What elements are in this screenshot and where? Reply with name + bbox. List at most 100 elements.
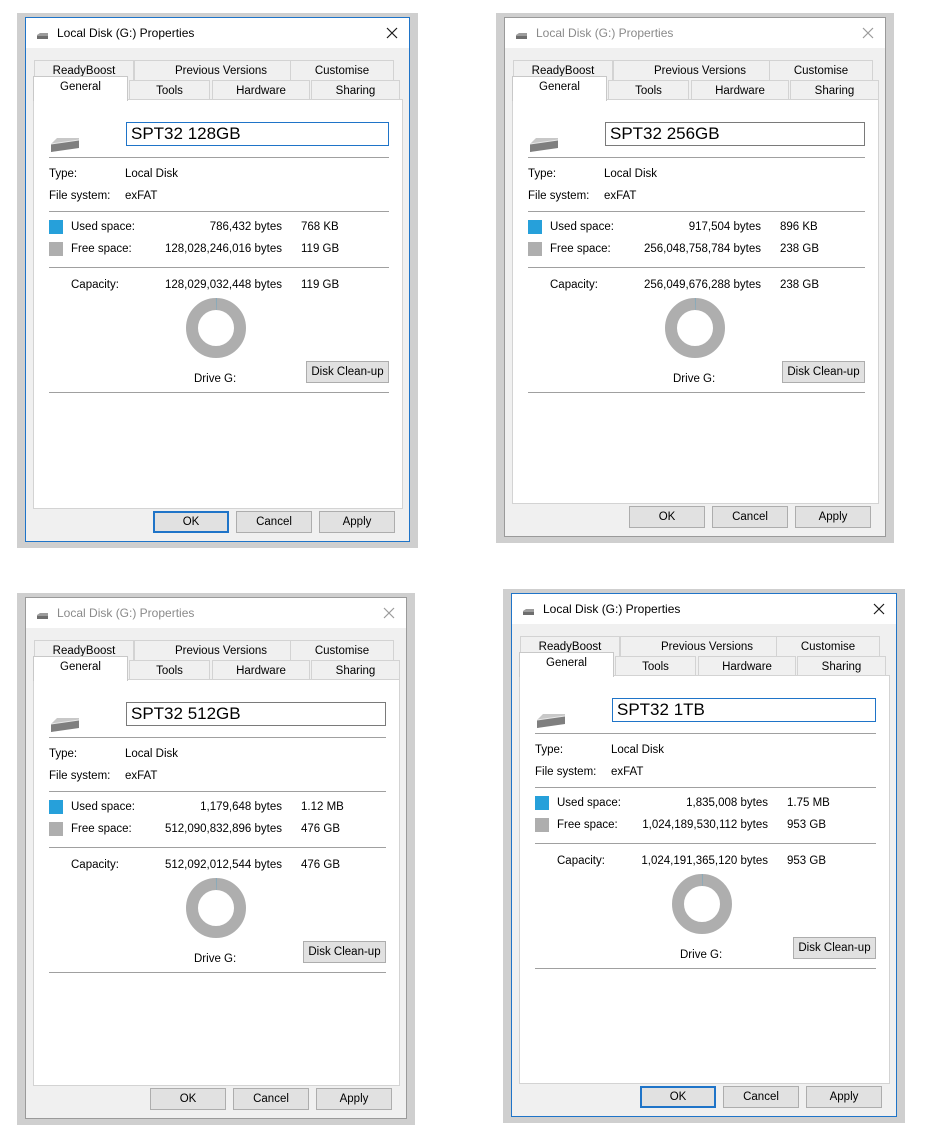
close-button[interactable] [851, 18, 885, 48]
tab-previous-versions[interactable]: Previous Versions [613, 60, 787, 80]
used-space-label: Used space: [550, 221, 614, 233]
tab-tools[interactable]: Tools [608, 80, 689, 99]
free-space-bytes: 1,024,189,530,112 bytes [620, 819, 768, 831]
used-swatch [535, 796, 549, 810]
capacity-short: 476 GB [301, 859, 340, 871]
ok-button[interactable]: OK [640, 1086, 716, 1108]
disk-cleanup-button[interactable]: Disk Clean-up [793, 937, 876, 959]
separator [528, 392, 865, 393]
capacity-short: 119 GB [301, 279, 339, 291]
cancel-button[interactable]: Cancel [723, 1086, 799, 1108]
volume-name-input[interactable]: SPT32 256GB [605, 122, 865, 146]
tab-hardware[interactable]: Hardware [698, 656, 796, 675]
volume-name-input[interactable]: SPT32 1TB [612, 698, 876, 722]
drive-icon [528, 136, 560, 154]
apply-button[interactable]: Apply [806, 1086, 882, 1108]
free-swatch [49, 822, 63, 836]
tab-previous-versions[interactable]: Previous Versions [134, 640, 308, 660]
apply-button[interactable]: Apply [316, 1088, 392, 1110]
separator [528, 157, 865, 158]
capacity-bytes: 1,024,191,365,120 bytes [620, 855, 768, 867]
free-swatch [528, 242, 542, 256]
tab-customise[interactable]: Customise [290, 60, 394, 80]
general-tab-panel: SPT32 128GBType:Local DiskFile system:ex… [33, 99, 403, 509]
used-space-short: 896 KB [780, 221, 818, 233]
cancel-button[interactable]: Cancel [233, 1088, 309, 1110]
capacity-bytes: 128,029,032,448 bytes [134, 279, 282, 291]
tab-previous-versions[interactable]: Previous Versions [134, 60, 308, 80]
separator [49, 267, 389, 268]
tab-customise[interactable]: Customise [776, 636, 880, 656]
drive-icon [535, 712, 567, 730]
title-bar[interactable]: Local Disk (G:) Properties [26, 18, 409, 48]
free-space-short: 953 GB [787, 819, 826, 831]
separator [49, 392, 389, 393]
title-bar[interactable]: Local Disk (G:) Properties [26, 598, 406, 628]
tab-customise[interactable]: Customise [769, 60, 873, 80]
drive-icon [36, 610, 49, 616]
used-space-bytes: 1,179,648 bytes [134, 801, 282, 813]
general-tab-panel: SPT32 256GBType:Local DiskFile system:ex… [512, 99, 879, 504]
volume-name-input[interactable]: SPT32 128GB [126, 122, 389, 146]
tab-hardware[interactable]: Hardware [212, 660, 310, 679]
tab-general[interactable]: General [519, 652, 614, 677]
tab-customise[interactable]: Customise [290, 640, 394, 660]
tab-previous-versions[interactable]: Previous Versions [620, 636, 794, 656]
type-value: Local Disk [125, 168, 178, 180]
cancel-button[interactable]: Cancel [712, 506, 788, 528]
tab-sharing[interactable]: Sharing [311, 80, 400, 99]
ok-button[interactable]: OK [629, 506, 705, 528]
disk-cleanup-button[interactable]: Disk Clean-up [303, 941, 386, 963]
title-bar[interactable]: Local Disk (G:) Properties [505, 18, 885, 48]
ok-button[interactable]: OK [150, 1088, 226, 1110]
tab-hardware[interactable]: Hardware [212, 80, 310, 99]
separator [49, 791, 386, 792]
close-button[interactable] [862, 594, 896, 624]
properties-dialog: Local Disk (G:) PropertiesReadyBoostPrev… [25, 17, 410, 542]
close-button[interactable] [375, 18, 409, 48]
file-system-label: File system: [535, 766, 596, 778]
separator [535, 733, 876, 734]
separator [528, 211, 865, 212]
drive-letter-label: Drive G: [194, 953, 236, 965]
tab-sharing[interactable]: Sharing [797, 656, 886, 675]
free-swatch [49, 242, 63, 256]
tab-tools[interactable]: Tools [615, 656, 696, 675]
apply-button[interactable]: Apply [319, 511, 395, 533]
close-button[interactable] [372, 598, 406, 628]
tab-tools[interactable]: Tools [129, 80, 210, 99]
file-system-value: exFAT [604, 190, 636, 202]
separator [535, 787, 876, 788]
type-label: Type: [49, 168, 77, 180]
capacity-label: Capacity: [71, 859, 119, 871]
cancel-button[interactable]: Cancel [236, 511, 312, 533]
tab-tools[interactable]: Tools [129, 660, 210, 679]
free-segment [192, 884, 240, 932]
tab-general[interactable]: General [33, 76, 128, 101]
separator [528, 267, 865, 268]
file-system-label: File system: [528, 190, 589, 202]
used-space-bytes: 786,432 bytes [134, 221, 282, 233]
disk-cleanup-button[interactable]: Disk Clean-up [306, 361, 389, 383]
separator [49, 847, 386, 848]
tab-sharing[interactable]: Sharing [790, 80, 879, 99]
free-space-bytes: 512,090,832,896 bytes [134, 823, 282, 835]
type-label: Type: [49, 748, 77, 760]
volume-name-input[interactable]: SPT32 512GB [126, 702, 386, 726]
properties-dialog: Local Disk (G:) PropertiesReadyBoostPrev… [25, 597, 407, 1119]
free-segment [192, 304, 240, 352]
ok-button[interactable]: OK [153, 511, 229, 533]
tab-sharing[interactable]: Sharing [311, 660, 400, 679]
tab-hardware[interactable]: Hardware [691, 80, 789, 99]
apply-button[interactable]: Apply [795, 506, 871, 528]
capacity-bytes: 512,092,012,544 bytes [134, 859, 282, 871]
type-value: Local Disk [611, 744, 664, 756]
file-system-value: exFAT [125, 770, 157, 782]
title-bar[interactable]: Local Disk (G:) Properties [512, 594, 896, 624]
separator [535, 968, 876, 969]
disk-cleanup-button[interactable]: Disk Clean-up [782, 361, 865, 383]
type-label: Type: [528, 168, 556, 180]
tab-general[interactable]: General [33, 656, 128, 681]
tab-general[interactable]: General [512, 76, 607, 101]
separator [49, 737, 386, 738]
